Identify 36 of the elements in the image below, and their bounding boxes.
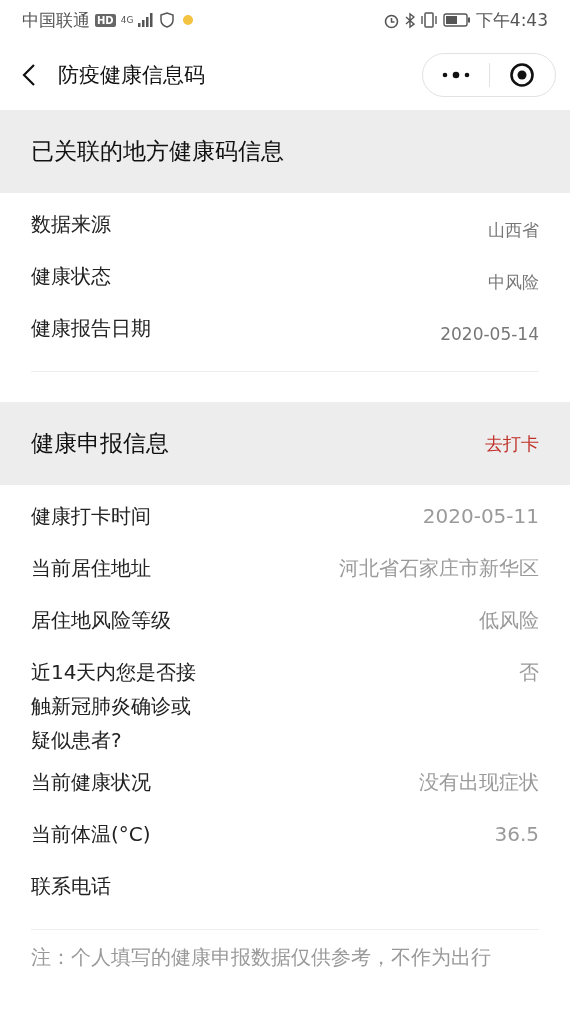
field-label: 当前体温(°C): [31, 821, 151, 848]
field-value: 没有出现症状: [419, 769, 539, 796]
field-label: 联系电话: [31, 873, 111, 900]
bluetooth-icon: [404, 11, 415, 29]
field-value: 中风险: [488, 271, 539, 294]
vibrate-icon: [419, 12, 438, 28]
more-icon[interactable]: [440, 70, 471, 80]
disclaimer-note: 注：个人填写的健康申报数据仅供参考，不作为出行: [31, 945, 491, 969]
field-label: 近14天内您是否接触新冠肺炎确诊或疑似患者?: [31, 659, 198, 754]
field-value: 2020-05-11: [422, 503, 539, 530]
field-value: 2020-05-14: [440, 323, 539, 346]
network-badge: HD: [95, 13, 116, 27]
field-value: 低风险: [479, 607, 539, 634]
field-label: 数据来源: [31, 211, 111, 238]
field-value: 山西省: [488, 219, 539, 242]
page-title: 防疫健康信息码: [58, 62, 206, 89]
shield-icon: [159, 12, 176, 28]
close-icon[interactable]: [509, 62, 536, 88]
clock-time: 下午4:43: [475, 8, 548, 32]
check-in-link[interactable]: 去打卡: [485, 431, 539, 456]
battery-icon: [442, 13, 471, 27]
field-label: 当前居住地址: [31, 555, 151, 582]
section-title: 已关联的地方健康码信息: [31, 137, 284, 166]
field-label: 居住地风险等级: [31, 607, 171, 634]
field-label: 健康状态: [31, 263, 111, 290]
field-label: 健康打卡时间: [31, 503, 151, 530]
field-label: 健康报告日期: [31, 315, 151, 342]
field-value: 否: [519, 659, 539, 686]
section-title: 健康申报信息: [31, 429, 169, 458]
field-value: 河北省石家庄市新华区: [339, 555, 539, 582]
field-value: 36.5: [494, 821, 539, 848]
network-type: 4G: [120, 14, 134, 25]
field-label: 当前健康状况: [31, 769, 151, 796]
signal-icon: [138, 13, 155, 27]
carrier-name: 中国联通: [22, 8, 90, 32]
back-icon[interactable]: [22, 63, 36, 87]
